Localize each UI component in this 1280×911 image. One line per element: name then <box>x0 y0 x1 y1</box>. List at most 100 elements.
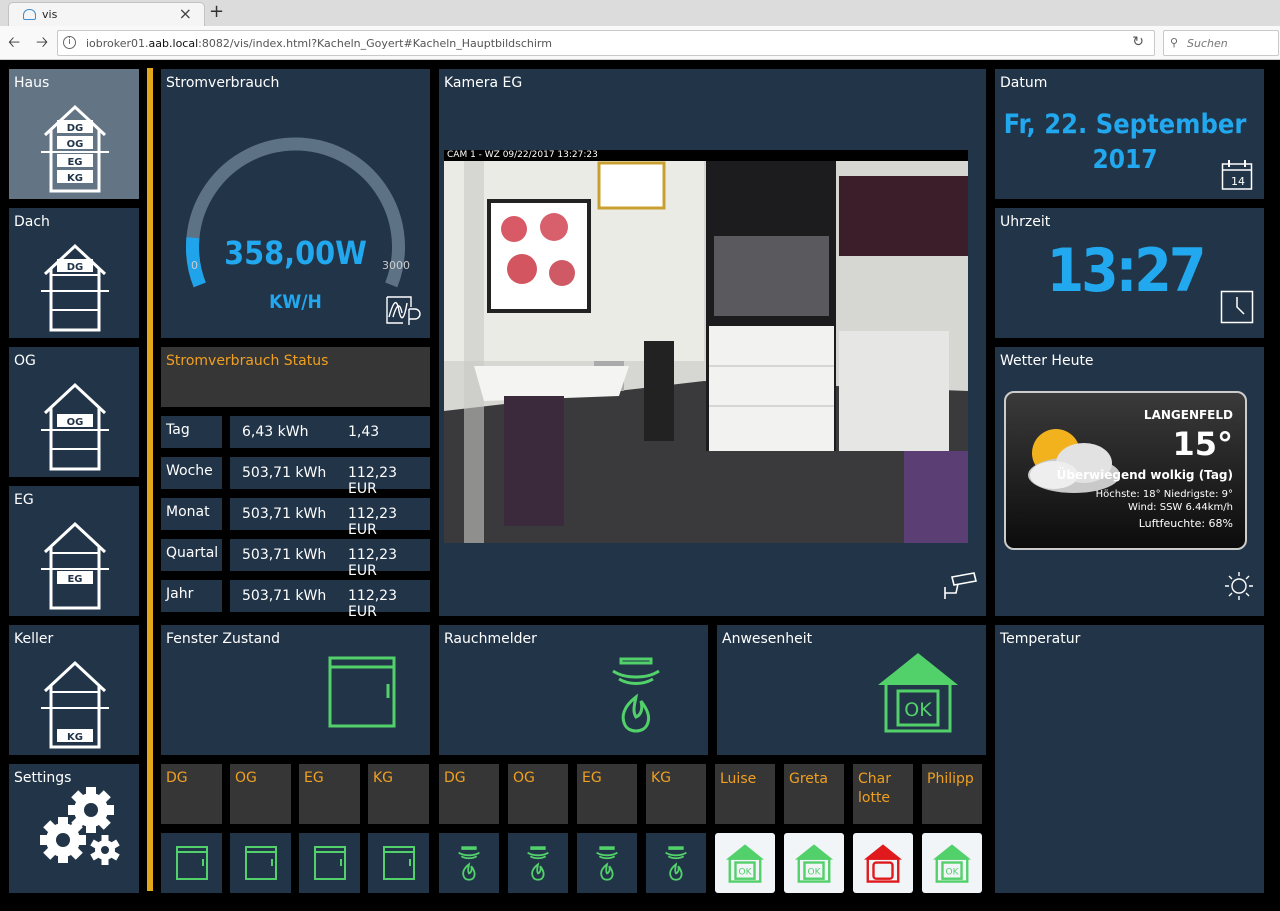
status-row-values: 503,71 kWh 112,23 EUR <box>230 539 430 579</box>
window-floor-status[interactable] <box>299 833 360 893</box>
nav-tile-settings[interactable]: Settings <box>9 764 139 893</box>
status-row-label: Monat <box>166 504 210 520</box>
floor-label: EG <box>67 157 82 168</box>
nav-label: OG <box>14 353 36 369</box>
temperature-tile: Temperatur <box>995 625 1264 893</box>
camera-feed-scene <box>444 161 968 543</box>
search-box[interactable]: ⚲ Suchen <box>1163 30 1279 56</box>
status-row-label: Woche <box>166 463 213 479</box>
person-presence-status[interactable]: OK <box>922 833 982 893</box>
smoke-floor-header: EG <box>577 764 637 824</box>
info-icon[interactable]: i <box>63 36 76 49</box>
status-row-values: 503,71 kWh 112,23 EUR <box>230 457 430 497</box>
tile-title: Wetter Heute <box>1000 353 1094 369</box>
window-closed-icon <box>313 846 346 880</box>
security-camera-icon[interactable] <box>942 571 978 601</box>
floor-label: KG <box>651 770 672 786</box>
tile-title: Rauchmelder <box>444 631 537 647</box>
nav-tile-dach[interactable]: Dach DG <box>9 208 139 338</box>
person-header: Philipp <box>922 764 982 824</box>
house-kg-icon: KG <box>41 660 109 749</box>
window-closed-icon <box>382 846 415 880</box>
tile-title: Datum <box>1000 75 1048 91</box>
person-presence-status[interactable]: OK <box>715 833 775 893</box>
svg-text:OK: OK <box>807 867 821 877</box>
window-floor-status[interactable] <box>368 833 429 893</box>
smoke-tile: Rauchmelder <box>439 625 708 755</box>
camera-image[interactable]: CAM 1 - WZ 09/22/2017 13:27:23 <box>444 150 968 543</box>
date-line2: 2017 <box>1092 145 1158 175</box>
weather-wind: Wind: SSW 6.44km/h <box>1128 502 1233 513</box>
window-floor-header: KG <box>368 764 429 824</box>
smoke-floor-status[interactable] <box>439 833 499 893</box>
person-presence-status[interactable] <box>853 833 913 893</box>
nav-tile-haus[interactable]: Haus DG OG EG KG <box>9 69 139 199</box>
weather-humidity: Luftfeuchte: 68% <box>1138 517 1233 530</box>
tile-title: Anwesenheit <box>722 631 813 647</box>
floor-label: OG <box>235 770 257 786</box>
window-floor-header: OG <box>230 764 291 824</box>
status-eur: 1,43 <box>348 424 380 440</box>
smoke-detector-icon <box>612 657 660 733</box>
weather-widget[interactable]: LANGENFELD 15° Überwiegend wolkig (Tag) … <box>1004 391 1247 550</box>
date-line1: Fr, 22. September <box>1003 109 1247 140</box>
floor-label: OG <box>67 417 84 428</box>
smoke-floor-status[interactable] <box>577 833 637 893</box>
status-row-values: 6,43 kWh 1,43 <box>230 416 430 448</box>
status-row-values: 503,71 kWh 112,23 EUR <box>230 498 430 538</box>
tile-title: Fenster Zustand <box>166 631 280 647</box>
ok-label: OK <box>904 699 932 721</box>
camera-overlay: CAM 1 - WZ 09/22/2017 13:27:23 <box>447 150 598 160</box>
weather-hilo: Höchste: 18° Niedrigste: 9° <box>1095 489 1233 500</box>
home-ok-icon: OK <box>794 844 834 883</box>
tab-title: vis <box>42 8 58 21</box>
window-floor-header: EG <box>299 764 360 824</box>
smoke-floor-status[interactable] <box>508 833 568 893</box>
window-closed-icon <box>175 846 208 880</box>
nav-label: Settings <box>14 770 72 786</box>
smoke-floor-status[interactable] <box>646 833 706 893</box>
new-tab-icon[interactable]: + <box>209 1 224 22</box>
browser-tab-bar: vis × + <box>0 0 1280 26</box>
nav-tile-og[interactable]: OG OG <box>9 347 139 477</box>
camera-tile: Kamera EG CAM 1 - WZ 09/22/2017 13:27:23 <box>439 69 986 616</box>
weather-tile: Wetter Heute LANGENFELD 15° Überwiegend … <box>995 347 1264 616</box>
floor-label: OG <box>513 770 535 786</box>
tile-title: Uhrzeit <box>1000 214 1051 230</box>
status-eur: 112,23 EUR <box>348 465 397 497</box>
floor-label: DG <box>444 770 466 786</box>
weather-temp: 15° <box>1172 425 1233 463</box>
floor-label: EG <box>582 770 602 786</box>
status-row-label-cell: Jahr <box>161 580 222 612</box>
status-kwh: 503,71 kWh <box>242 506 327 522</box>
window-floor-status[interactable] <box>230 833 291 893</box>
status-eur: 112,23 EUR <box>348 588 397 620</box>
close-tab-icon[interactable]: × <box>179 4 192 23</box>
smoke-floor-header: OG <box>508 764 568 824</box>
house-roof-icon: DG <box>41 243 109 332</box>
status-row-label-cell: Tag <box>161 416 222 448</box>
floor-label: OG <box>67 139 84 150</box>
forward-arrow-icon[interactable]: 🡢 <box>36 35 48 50</box>
window-closed-icon <box>244 846 277 880</box>
window-floor-status[interactable] <box>161 833 222 893</box>
reload-icon[interactable]: ↻ <box>1132 34 1144 50</box>
presence-tile: Anwesenheit OK <box>717 625 986 755</box>
person-name: Philipp <box>927 771 974 787</box>
person-header: Greta <box>784 764 844 824</box>
nav-tile-keller[interactable]: Keller KG <box>9 625 139 755</box>
url-bar[interactable]: i iobroker01.aab.local:8082/vis/index.ht… <box>57 30 1155 56</box>
person-presence-status[interactable]: OK <box>784 833 844 893</box>
back-arrow-icon[interactable]: 🡠 <box>8 35 20 50</box>
smoke-floor-header: DG <box>439 764 499 824</box>
smoke-detector-icon <box>596 846 618 881</box>
status-row-label-cell: Woche <box>161 457 222 489</box>
home-ok-icon: OK <box>932 844 972 883</box>
floor-label: DG <box>67 123 84 134</box>
status-row-label: Quartal <box>166 545 219 561</box>
search-placeholder: Suchen <box>1187 37 1228 50</box>
nav-tile-eg[interactable]: EG EG <box>9 486 139 616</box>
weather-desc: Überwiegend wolkig (Tag) <box>1056 468 1233 482</box>
status-row-values: 503,71 kWh 112,23 EUR <box>230 580 430 620</box>
browser-tab[interactable]: vis × <box>8 2 205 26</box>
